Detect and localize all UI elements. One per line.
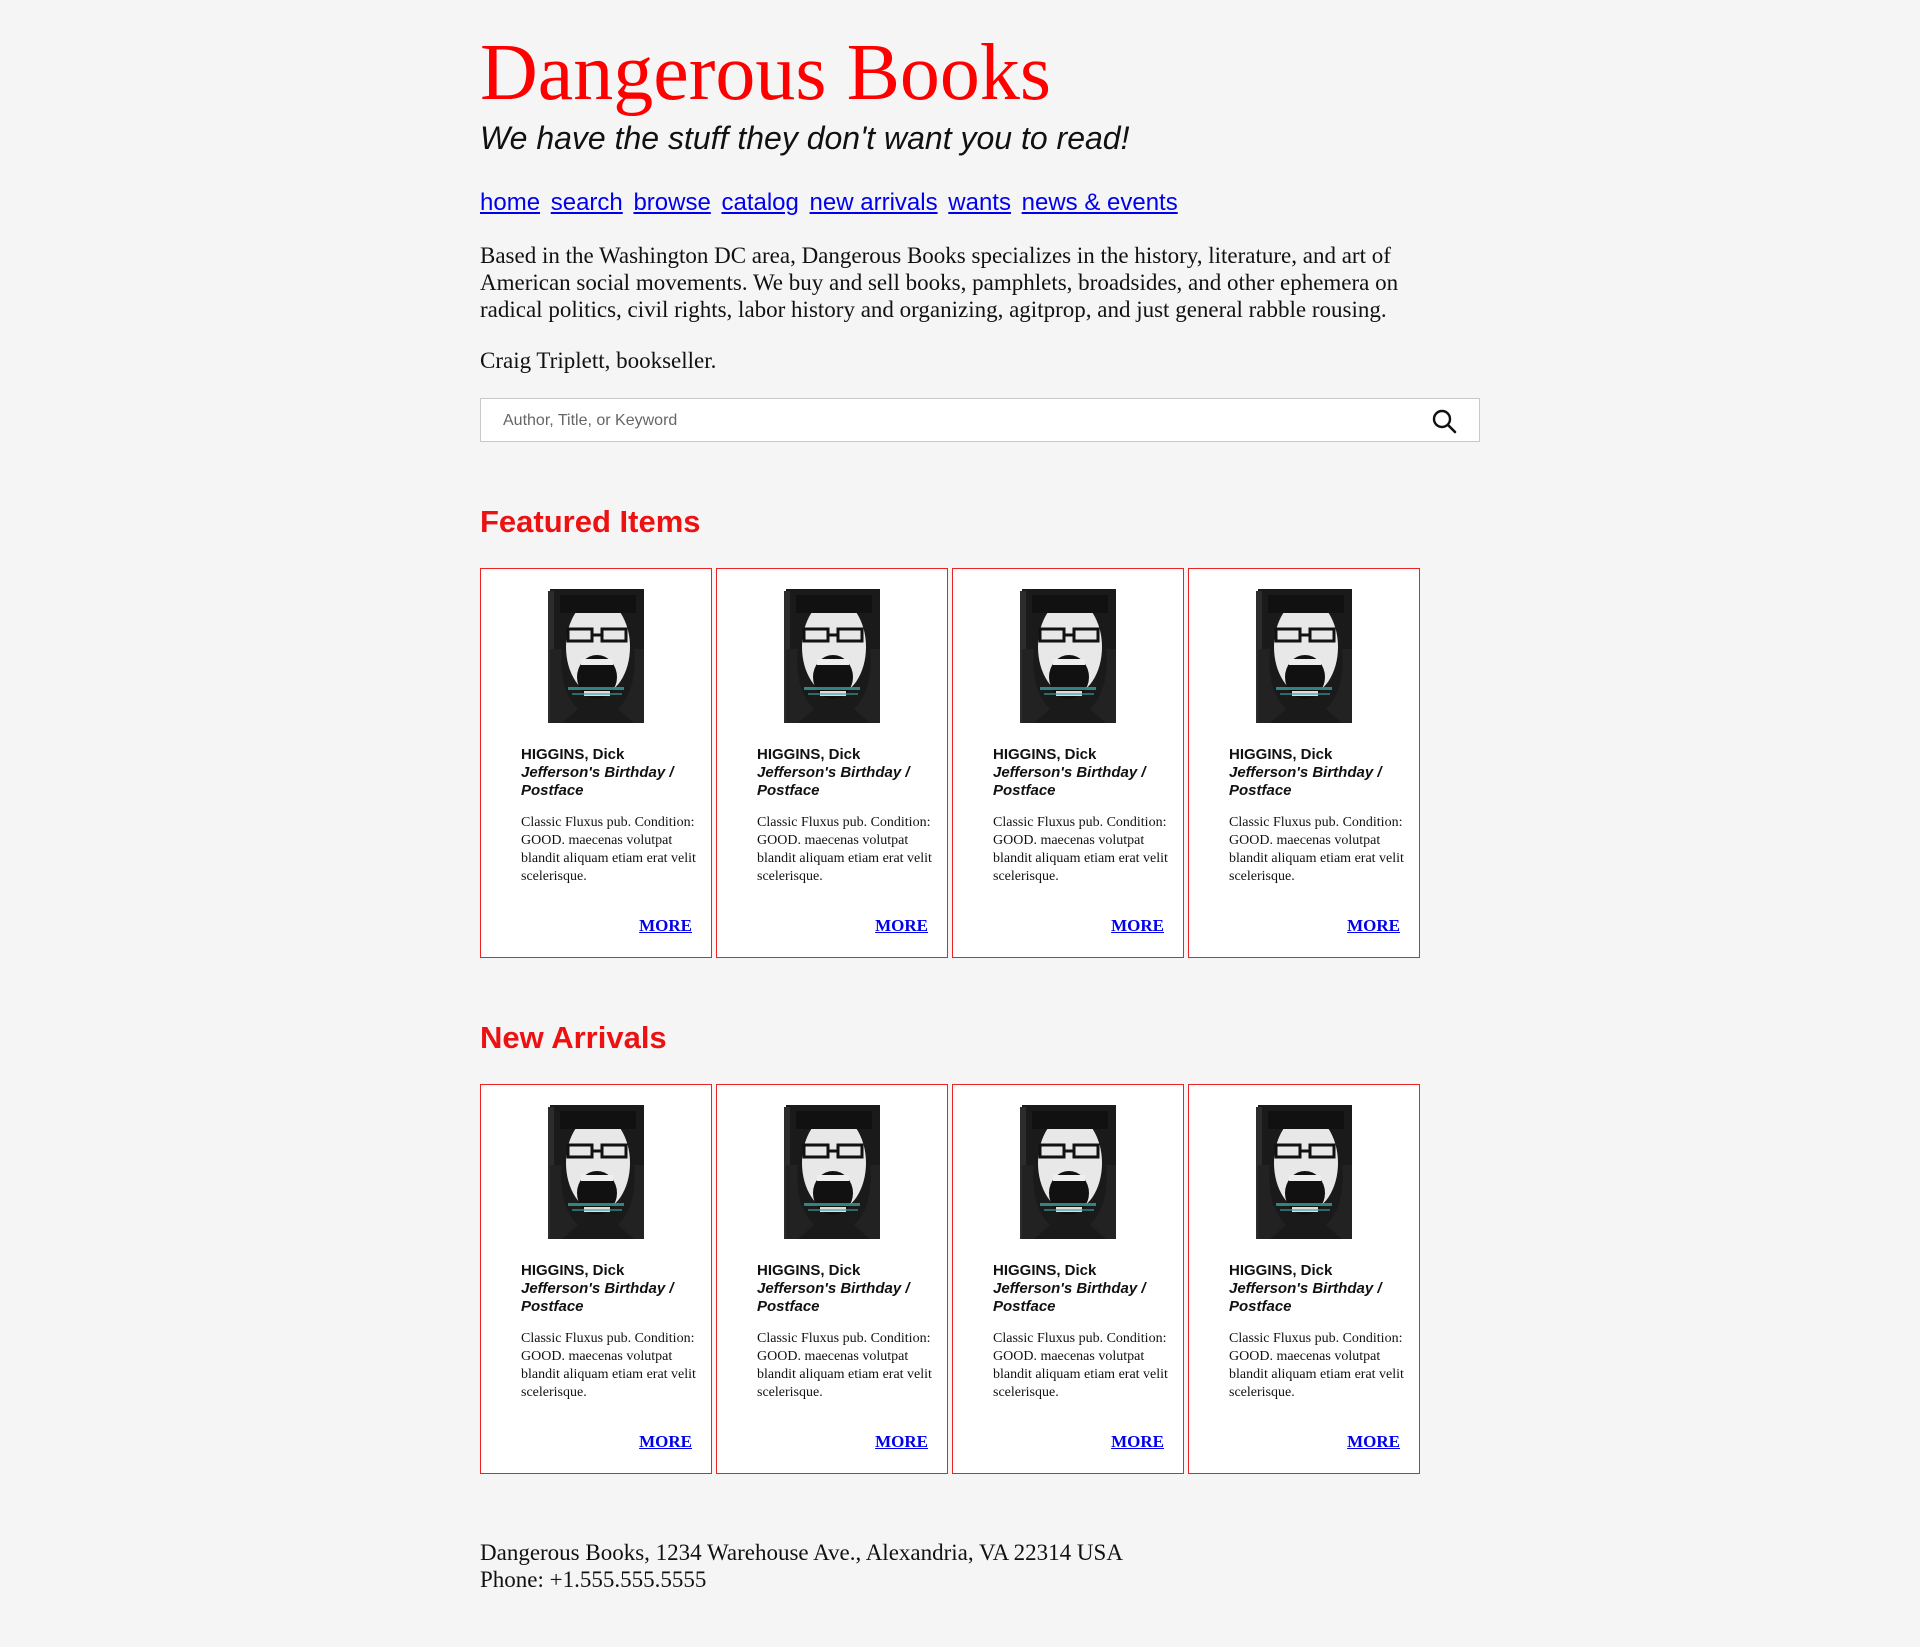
new-arrivals-grid: HIGGINS, Dick Jefferson's Birthday / Pos… [480, 1084, 1480, 1474]
nav-catalog[interactable]: catalog [721, 189, 798, 216]
book-author: HIGGINS, Dick [521, 1262, 625, 1279]
book-cover-image[interactable] [548, 589, 644, 723]
book-author: HIGGINS, Dick [993, 746, 1097, 763]
site-title: Dangerous Books [480, 29, 1052, 117]
more-link[interactable]: MORE [639, 1432, 692, 1452]
book-author: HIGGINS, Dick [1229, 746, 1333, 763]
book-cover-image[interactable] [1020, 589, 1116, 723]
more-link[interactable]: MORE [1347, 916, 1400, 936]
book-title: Jefferson's Birthday / Postface [521, 764, 674, 799]
book-description: Classic Fluxus pub. Condition: GOOD. mae… [993, 1331, 1168, 1400]
book-card: HIGGINS, Dick Jefferson's Birthday / Pos… [716, 1084, 948, 1474]
book-author: HIGGINS, Dick [1229, 1262, 1333, 1279]
page: Dangerous Books We have the stuff they d… [480, 0, 1480, 1593]
book-cover-image[interactable] [784, 1105, 880, 1239]
book-card: HIGGINS, Dick Jefferson's Birthday / Pos… [952, 568, 1184, 958]
book-card: HIGGINS, Dick Jefferson's Birthday / Pos… [1188, 568, 1420, 958]
nav-new-arrivals[interactable]: new arrivals [810, 189, 938, 216]
book-description: Classic Fluxus pub. Condition: GOOD. mae… [521, 1331, 696, 1400]
book-description: Classic Fluxus pub. Condition: GOOD. mae… [757, 815, 932, 884]
book-card: HIGGINS, Dick Jefferson's Birthday / Pos… [716, 568, 948, 958]
book-description: Classic Fluxus pub. Condition: GOOD. mae… [993, 815, 1168, 884]
more-link[interactable]: MORE [1111, 916, 1164, 936]
book-description: Classic Fluxus pub. Condition: GOOD. mae… [1229, 1331, 1404, 1400]
intro-paragraph: Based in the Washington DC area, Dangero… [480, 243, 1399, 322]
nav-wants[interactable]: wants [948, 189, 1011, 216]
footer: Dangerous Books, 1234 Warehouse Ave., Al… [480, 1539, 1480, 1593]
book-title: Jefferson's Birthday / Postface [1229, 764, 1382, 799]
featured-heading: Featured Items [480, 504, 701, 539]
more-link[interactable]: MORE [639, 916, 692, 936]
book-title: Jefferson's Birthday / Postface [757, 764, 910, 799]
book-card: HIGGINS, Dick Jefferson's Birthday / Pos… [480, 1084, 712, 1474]
book-description: Classic Fluxus pub. Condition: GOOD. mae… [1229, 815, 1404, 884]
featured-grid: HIGGINS, Dick Jefferson's Birthday / Pos… [480, 568, 1480, 958]
site-tagline: We have the stuff they don't want you to… [480, 120, 1130, 156]
more-link[interactable]: MORE [1111, 1432, 1164, 1452]
nav-news-events[interactable]: news & events [1022, 189, 1178, 216]
footer-address: Dangerous Books, 1234 Warehouse Ave., Al… [480, 1540, 1123, 1565]
search-bar [480, 398, 1480, 443]
book-title: Jefferson's Birthday / Postface [1229, 1280, 1382, 1315]
book-cover-image[interactable] [1020, 1105, 1116, 1239]
book-title: Jefferson's Birthday / Postface [993, 764, 1146, 799]
book-title: Jefferson's Birthday / Postface [757, 1280, 910, 1315]
book-cover-image[interactable] [548, 1105, 644, 1239]
book-cover-image[interactable] [1256, 589, 1352, 723]
book-cover-image[interactable] [784, 589, 880, 723]
main-nav: home search browse catalog new arrivals … [480, 188, 1480, 218]
book-author: HIGGINS, Dick [993, 1262, 1097, 1279]
nav-browse[interactable]: browse [633, 189, 710, 216]
more-link[interactable]: MORE [875, 1432, 928, 1452]
book-author: HIGGINS, Dick [521, 746, 625, 763]
bookseller-line: Craig Triplett, bookseller. [480, 348, 717, 373]
nav-search[interactable]: search [551, 189, 623, 216]
book-description: Classic Fluxus pub. Condition: GOOD. mae… [757, 1331, 932, 1400]
book-author: HIGGINS, Dick [757, 746, 861, 763]
more-link[interactable]: MORE [1347, 1432, 1400, 1452]
book-title: Jefferson's Birthday / Postface [521, 1280, 674, 1315]
book-card: HIGGINS, Dick Jefferson's Birthday / Pos… [1188, 1084, 1420, 1474]
intro: Based in the Washington DC area, Dangero… [480, 242, 1460, 374]
search-icon[interactable] [1431, 408, 1457, 434]
book-card: HIGGINS, Dick Jefferson's Birthday / Pos… [480, 568, 712, 958]
book-author: HIGGINS, Dick [757, 1262, 861, 1279]
book-card: HIGGINS, Dick Jefferson's Birthday / Pos… [952, 1084, 1184, 1474]
book-cover-image[interactable] [1256, 1105, 1352, 1239]
more-link[interactable]: MORE [875, 916, 928, 936]
book-description: Classic Fluxus pub. Condition: GOOD. mae… [521, 815, 696, 884]
new-arrivals-heading: New Arrivals [480, 1020, 667, 1055]
nav-home[interactable]: home [480, 189, 540, 216]
search-input[interactable] [501, 399, 1405, 443]
footer-phone: Phone: +1.555.555.5555 [480, 1567, 707, 1592]
book-title: Jefferson's Birthday / Postface [993, 1280, 1146, 1315]
